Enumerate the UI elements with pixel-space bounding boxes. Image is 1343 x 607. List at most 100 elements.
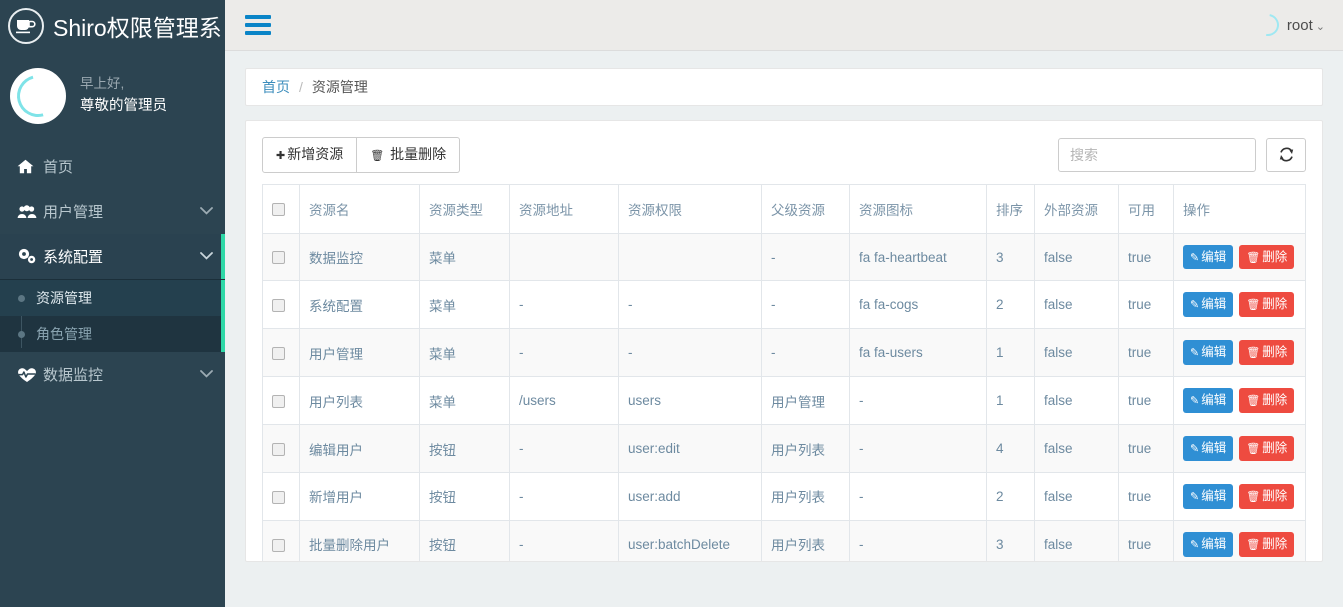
table-row: 新增用户 按钮 - user:add 用户列表 -2 false true ✎ 编辑 🗑 删除 <box>262 471 1306 521</box>
edit-button[interactable]: ✎ 编辑 <box>1183 340 1234 366</box>
cell-external: false <box>1034 328 1119 378</box>
cell-resource-permission: user:add <box>618 471 762 521</box>
sidebar-item-home-wrap: 首页 <box>0 144 225 189</box>
col-resource-url[interactable]: 资源地址 <box>509 183 619 234</box>
batch-delete-label: 批量删除 <box>390 146 447 162</box>
cell-actions: ✎ 编辑 🗑 删除 <box>1173 280 1306 330</box>
delete-button[interactable]: 🗑 删除 <box>1239 531 1295 557</box>
cell-order: 1 <box>986 328 1035 378</box>
col-resource-name[interactable]: 资源名 <box>299 183 420 234</box>
delete-button[interactable]: 🗑 删除 <box>1239 340 1295 366</box>
main-area: root ⌄ 首页 / 资源管理 ✚ 新增资源 🗑 批量删除 搜索 资源名 资源… <box>225 0 1343 607</box>
sidebar-item-users[interactable]: 用户管理 <box>0 189 225 234</box>
sidebar-item-label: 首页 <box>43 159 74 176</box>
col-external[interactable]: 外部资源 <box>1034 183 1119 234</box>
row-checkbox[interactable] <box>272 538 285 552</box>
delete-button[interactable]: 🗑 删除 <box>1239 388 1295 414</box>
cell-resource-url: /users <box>509 376 619 426</box>
avatar <box>9 67 67 125</box>
chevron-down-icon <box>200 206 213 218</box>
col-resource-type[interactable]: 资源类型 <box>419 183 510 234</box>
user-greeting: 早上好, <box>80 76 125 92</box>
edit-button[interactable]: ✎ 编辑 <box>1183 292 1234 318</box>
hamburger-icon[interactable] <box>245 11 271 39</box>
cell-resource-icon: - <box>849 519 987 561</box>
table-row: 编辑用户 按钮 - user:edit 用户列表 -4 false true ✎ 编辑 🗑 删除 <box>262 424 1306 473</box>
cogs-icon <box>17 248 43 265</box>
edit-button[interactable]: ✎ 编辑 <box>1183 436 1234 461</box>
cell-resource-icon: fa fa-cogs <box>849 280 987 330</box>
cell-resource-permission: user:edit <box>618 424 762 473</box>
col-resource-permission[interactable]: 资源权限 <box>618 183 762 234</box>
user-name: 尊敬的管理员 <box>80 98 167 115</box>
sidebar-item-home[interactable]: 首页 <box>0 144 225 189</box>
cell-resource-url <box>509 232 619 282</box>
row-checkbox[interactable] <box>272 490 285 504</box>
add-resource-label: 新增资源 <box>287 146 344 162</box>
refresh-button[interactable] <box>1266 137 1306 172</box>
row-checkbox[interactable] <box>272 347 285 361</box>
row-checkbox[interactable] <box>272 442 285 456</box>
col-available[interactable]: 可用 <box>1118 183 1174 234</box>
edit-button[interactable]: ✎ 编辑 <box>1183 388 1234 414</box>
sidebar-item-sysconfig-wrap: 系统配置 资源管理 角色管理 <box>0 234 225 352</box>
delete-button[interactable]: 🗑 删除 <box>1239 483 1295 509</box>
edit-button[interactable]: ✎ 编辑 <box>1183 531 1234 557</box>
select-all-checkbox[interactable] <box>272 203 285 217</box>
cell-order: 1 <box>986 376 1035 426</box>
col-order[interactable]: 排序 <box>986 183 1035 234</box>
table-header-row: 资源名 资源类型 资源地址 资源权限 父级资源 资源图标 排序 外部资源 可用 … <box>262 183 1306 234</box>
row-checkbox[interactable] <box>272 395 285 409</box>
search-input[interactable] <box>1058 137 1256 172</box>
cell-resource-type: 菜单 <box>419 328 510 378</box>
delete-button[interactable]: 🗑 删除 <box>1239 292 1295 318</box>
edit-button[interactable]: ✎ 编辑 <box>1183 244 1234 270</box>
delete-button[interactable]: 🗑 删除 <box>1239 244 1295 270</box>
sidebar-item-label: 数据监控 <box>43 367 104 384</box>
cell-order: 4 <box>986 424 1035 473</box>
toolbar-button-group: ✚ 新增资源 🗑 批量删除 <box>262 137 461 173</box>
cell-resource-name: 系统配置 <box>299 280 420 330</box>
cell-parent-resource: - <box>761 232 850 282</box>
sidebar-item-data-monitor[interactable]: 数据监控 <box>0 352 225 397</box>
add-resource-button[interactable]: ✚ 新增资源 <box>262 137 358 173</box>
trash-icon: 🗑 <box>1246 251 1261 264</box>
delete-button[interactable]: 🗑 删除 <box>1239 436 1295 461</box>
row-checkbox[interactable] <box>272 299 285 313</box>
sidebar-item-system-config[interactable]: 系统配置 <box>0 234 225 279</box>
cell-order: 2 <box>986 471 1035 521</box>
trash-icon: 🗑 <box>1246 347 1261 360</box>
col-resource-icon[interactable]: 资源图标 <box>849 183 987 234</box>
edit-button[interactable]: ✎ 编辑 <box>1183 483 1234 509</box>
sidebar-item-label: 用户管理 <box>43 204 104 221</box>
cell-actions: ✎ 编辑 🗑 删除 <box>1173 519 1306 561</box>
cell-parent-resource: 用户管理 <box>761 376 850 426</box>
sidebar-item-resource-management[interactable]: 资源管理 <box>0 280 225 316</box>
bullet-icon <box>18 331 25 338</box>
heartbeat-icon <box>17 367 43 383</box>
col-parent-resource[interactable]: 父级资源 <box>761 183 850 234</box>
cell-resource-name: 编辑用户 <box>299 424 420 473</box>
sidebar-item-users-wrap: 用户管理 <box>0 189 225 234</box>
trash-icon: 🗑 <box>1246 395 1261 408</box>
table-scroll-region[interactable]: 资源名 资源类型 资源地址 资源权限 父级资源 资源图标 排序 外部资源 可用 … <box>262 183 1306 561</box>
brand-logo[interactable]: Shiro权限管理系 <box>0 0 225 51</box>
cell-resource-icon: fa fa-heartbeat <box>849 232 987 282</box>
cell-resource-icon: fa fa-users <box>849 328 987 378</box>
cell-available: true <box>1118 232 1174 282</box>
batch-delete-button[interactable]: 🗑 批量删除 <box>357 137 461 173</box>
cell-available: true <box>1118 519 1174 561</box>
avatar-spinner-icon <box>9 67 67 125</box>
cell-resource-name: 批量删除用户 <box>299 519 420 561</box>
cell-resource-permission: - <box>618 280 762 330</box>
refresh-icon <box>1279 147 1293 162</box>
sidebar-submenu-system-config: 资源管理 角色管理 <box>0 279 225 352</box>
user-menu[interactable]: root ⌄ <box>1287 17 1325 34</box>
breadcrumb-home[interactable]: 首页 <box>262 77 290 97</box>
cell-available: true <box>1118 471 1174 521</box>
sidebar-item-role-management[interactable]: 角色管理 <box>0 316 225 352</box>
cell-actions: ✎ 编辑 🗑 删除 <box>1173 232 1306 282</box>
user-menu-label: root <box>1286 16 1313 34</box>
sidebar-menu: 首页 用户管理 系统配置 资源管理 角色管理 数据监控 <box>0 144 225 397</box>
row-checkbox[interactable] <box>272 251 285 265</box>
